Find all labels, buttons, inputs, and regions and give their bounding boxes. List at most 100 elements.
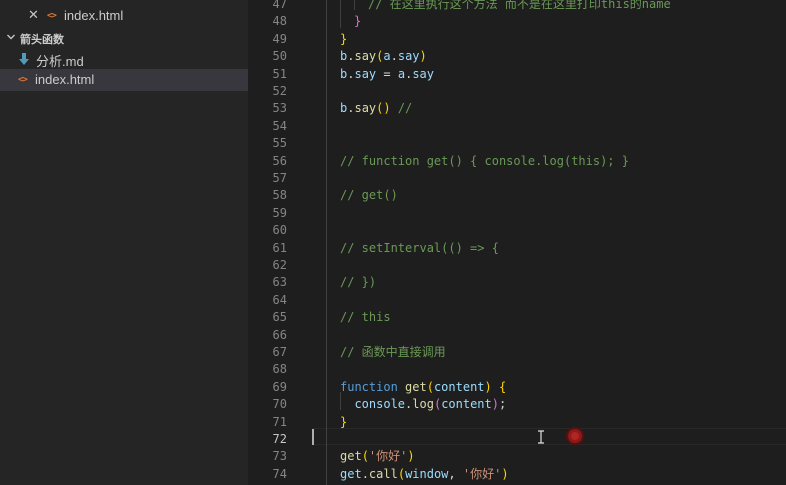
- code-token: (: [426, 379, 434, 394]
- html-file-icon: <>: [47, 11, 57, 21]
- code-token: log: [412, 397, 434, 412]
- recording-indicator-icon: [566, 427, 584, 445]
- line-number: 56: [272, 153, 287, 168]
- code-line[interactable]: 54: [248, 118, 786, 135]
- code-line[interactable]: 68: [248, 361, 786, 378]
- line-code: // function get() { console.log(this); }: [340, 153, 629, 170]
- line-number: 58: [272, 188, 287, 203]
- code-token: console: [354, 397, 406, 412]
- code-line[interactable]: 56 // function get() { console.log(this);…: [248, 153, 786, 170]
- code-token: ): [491, 397, 499, 412]
- code-line[interactable]: 71}: [248, 414, 786, 431]
- ibeam-cursor-icon: [538, 430, 544, 444]
- line-code: // 函数中直接调用: [340, 344, 446, 361]
- code-line[interactable]: 69 function get(content) {: [248, 379, 786, 396]
- line-code: get('你好'): [340, 448, 415, 465]
- code-line[interactable]: 61 // setInterval(() => {: [248, 240, 786, 257]
- file-label-html: index.html: [35, 72, 95, 87]
- code-line[interactable]: 74 get.call(window, '你好'): [248, 466, 786, 483]
- code-token: // this: [340, 310, 391, 325]
- code-line[interactable]: 73 get('你好'): [248, 448, 786, 465]
- line-number: 59: [272, 205, 287, 220]
- code-editor[interactable]: 47// 在这里执行这个方法 而不是在这里打印this的name 48} 49} 50…: [248, 0, 786, 485]
- code-token: .: [390, 49, 398, 64]
- code-line[interactable]: 66: [248, 327, 786, 344]
- close-icon[interactable]: ✕: [28, 8, 40, 21]
- code-line[interactable]: 47 // 在这里执行这个方法 而不是在这里打印this的name: [248, 0, 786, 13]
- line-number: 50: [272, 49, 287, 64]
- code-token: // 函数中直接调用: [340, 345, 446, 359]
- code-token: window: [405, 466, 449, 481]
- html-file-icon: <>: [18, 75, 28, 85]
- line-code: get.call(window, '你好'): [340, 466, 509, 483]
- open-editor-label: index.html: [64, 8, 124, 23]
- line-number: 53: [272, 101, 287, 116]
- code-line[interactable]: 72: [248, 431, 786, 448]
- code-line[interactable]: 51 b.say = a.say: [248, 66, 786, 83]
- line-number: 51: [272, 66, 287, 81]
- line-number: 49: [272, 31, 287, 46]
- code-line[interactable]: 67 // 函数中直接调用: [248, 344, 786, 361]
- markdown-file-icon: [19, 53, 29, 65]
- code-line[interactable]: 63 // }): [248, 274, 786, 291]
- code-line[interactable]: 55: [248, 135, 786, 152]
- line-code: b.say() //: [340, 100, 412, 117]
- code-token: function: [340, 379, 398, 394]
- line-number: 69: [272, 379, 287, 394]
- line-number: 73: [272, 449, 287, 464]
- code-line[interactable]: 59: [248, 205, 786, 222]
- code-line[interactable]: 48}: [248, 13, 786, 30]
- code-line[interactable]: 49}: [248, 31, 786, 48]
- file-item-html[interactable]: <> index.html: [0, 69, 248, 91]
- code-token: say: [412, 66, 434, 81]
- line-number: 52: [272, 84, 287, 98]
- line-code: }: [354, 13, 361, 30]
- code-token: call: [368, 466, 398, 481]
- code-token: say: [397, 49, 420, 64]
- code-line[interactable]: 58 // get(): [248, 187, 786, 204]
- code-token: get: [405, 379, 427, 394]
- open-editor-item[interactable]: ✕ <> index.html: [0, 5, 248, 27]
- code-token: ;: [499, 397, 507, 412]
- code-token: (: [397, 466, 406, 481]
- code-token: (: [361, 449, 369, 464]
- code-line[interactable]: 53 b.say() //: [248, 100, 786, 117]
- code-line[interactable]: 57: [248, 170, 786, 187]
- folder-label: 箭头函数: [20, 34, 64, 46]
- code-token: }: [340, 414, 348, 429]
- line-number: 66: [272, 327, 287, 342]
- line-code: // }): [340, 274, 376, 291]
- code-line[interactable]: 50 b.say(a.say): [248, 48, 786, 65]
- folder-item[interactable]: 箭头函数: [0, 27, 248, 49]
- line-code: console.log(content);: [340, 396, 506, 413]
- code-token: //: [390, 101, 413, 116]
- line-number: 47: [272, 0, 287, 11]
- code-line[interactable]: 62: [248, 257, 786, 274]
- file-label-md: 分析.md: [36, 54, 84, 69]
- line-number: 70: [272, 397, 287, 412]
- code-token: '你好': [462, 466, 502, 481]
- code-line[interactable]: 64: [248, 292, 786, 309]
- line-code: b.say(a.say): [340, 48, 427, 65]
- line-number: 54: [272, 118, 287, 133]
- code-line[interactable]: 65 // this: [248, 309, 786, 326]
- line-code: function get(content) {: [340, 379, 506, 396]
- code-token: .: [361, 466, 369, 481]
- code-token: // setInterval(() => {: [340, 240, 499, 255]
- code-line[interactable]: 70 console.log(content);: [248, 396, 786, 413]
- line-code: // get(): [340, 187, 398, 204]
- code-line[interactable]: 60: [248, 222, 786, 239]
- explorer-sidebar: ✕ <> index.html 箭头函数 分析.md <> index.html: [0, 0, 248, 485]
- code-token: content: [433, 379, 485, 394]
- code-token: }: [340, 31, 348, 46]
- file-item-md[interactable]: 分析.md: [0, 48, 248, 70]
- chevron-down-icon[interactable]: [6, 32, 16, 42]
- line-code: b.say = a.say: [340, 66, 434, 83]
- code-token: say: [354, 66, 377, 81]
- line-number: 61: [272, 240, 287, 255]
- code-line[interactable]: 52: [248, 83, 786, 100]
- line-number: 57: [272, 171, 287, 185]
- code-token: '你好': [368, 449, 408, 464]
- text-cursor: [312, 429, 314, 445]
